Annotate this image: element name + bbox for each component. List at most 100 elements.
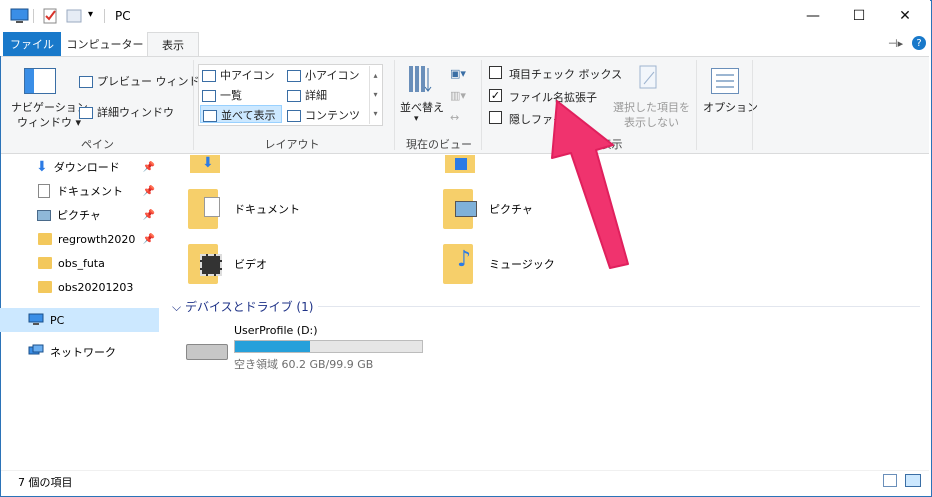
pane-group-label: ペイン (81, 138, 114, 151)
pin-icon: 📌 (142, 233, 155, 245)
devices-section-header[interactable]: ⌵ デバイスとドライブ (1) (172, 298, 313, 315)
section-divider (318, 306, 920, 307)
new-folder-icon[interactable] (66, 8, 82, 24)
pc-icon (28, 313, 44, 328)
nav-item-obs-futa[interactable]: obs_futa (0, 251, 159, 275)
help-icon[interactable]: ? (912, 36, 926, 50)
preview-pane-button[interactable]: プレビュー ウィンドウ (79, 73, 211, 89)
sort-by-icon[interactable] (408, 64, 432, 94)
tab-computer[interactable]: コンピューター (64, 32, 146, 56)
folder-videos[interactable]: ビデオ (188, 242, 408, 286)
folder-music[interactable]: ♪ ミュージック (443, 242, 663, 286)
pin-icon: 📌 (142, 209, 155, 221)
drive-usage-fill (235, 341, 310, 352)
file-extensions-checkbox[interactable]: ✓ (489, 89, 502, 102)
sort-by-dropdown-icon[interactable]: ▾ (414, 114, 419, 124)
small-icons-icon (287, 70, 301, 82)
options-icon[interactable] (711, 68, 739, 94)
pin-ribbon-icon[interactable]: ⊣▸ (888, 37, 903, 50)
folder-icon (38, 257, 52, 269)
options-button[interactable]: オプション (703, 99, 758, 115)
tiles-icon (203, 110, 217, 122)
layout-content[interactable]: コンテンツ (287, 107, 360, 123)
hide-selected-icon (638, 64, 660, 94)
layout-small-icons[interactable]: 小アイコン (287, 67, 359, 83)
qat-dropdown-icon[interactable]: ▾ (88, 9, 93, 20)
tab-view[interactable]: 表示 (147, 32, 199, 57)
download-icon: ⬇ (202, 155, 214, 171)
item-checkboxes-checkbox[interactable] (489, 66, 502, 79)
nav-item-pc[interactable]: PC (0, 308, 159, 332)
window-title: PC (115, 9, 131, 23)
nav-item-network[interactable]: ネットワーク (0, 340, 159, 364)
document-icon (38, 184, 50, 198)
properties-icon[interactable] (42, 8, 58, 24)
pc-icon (10, 8, 30, 24)
layout-list[interactable]: 一覧 (202, 87, 242, 103)
navigation-pane-label[interactable]: ナビゲーション (11, 99, 88, 115)
desktop-icon (455, 158, 467, 170)
size-columns-icon: ↔ (450, 111, 460, 124)
medium-icons-icon (202, 70, 216, 82)
qat-divider (33, 9, 34, 23)
pictures-icon (455, 201, 477, 217)
ribbon-separator (752, 60, 753, 150)
navigation-pane-icon[interactable] (24, 68, 56, 94)
folder-icon (38, 233, 52, 245)
ribbon-separator (193, 60, 194, 150)
layout-scroll[interactable]: ▴ ▾ ▾ (369, 66, 381, 124)
nav-item-documents[interactable]: ドキュメント 📌 (0, 179, 159, 203)
hidden-items-label[interactable]: 隠しファイル (509, 111, 575, 127)
film-icon (200, 254, 222, 276)
layout-group-label: レイアウト (264, 138, 320, 151)
tab-file[interactable]: ファイル (3, 32, 61, 56)
large-icons-view-icon[interactable] (905, 474, 921, 487)
pin-icon: 📌 (142, 185, 155, 197)
pin-icon: 📌 (142, 161, 155, 173)
ribbon-separator (481, 60, 482, 150)
hide-selected-label: 選択した項目を (613, 101, 690, 114)
music-note-icon: ♪ (457, 247, 472, 272)
current-view-group-label: 現在のビュー (406, 138, 472, 151)
nav-item-regrowth2020[interactable]: regrowth2020 📌 (0, 227, 159, 251)
document-icon (204, 197, 220, 217)
pictures-icon (37, 209, 51, 221)
preview-pane-icon (79, 76, 93, 88)
details-view-icon[interactable] (883, 474, 897, 487)
close-button[interactable]: ✕ (882, 0, 928, 32)
content-icon (287, 110, 301, 122)
item-count: 7 個の項目 (18, 476, 73, 489)
drive-d[interactable]: UserProfile (D:) 空き領域 60.2 GB/99.9 GB (184, 322, 434, 371)
hide-selected-label-2: 表示しない (624, 116, 679, 129)
nav-item-pictures[interactable]: ピクチャ 📌 (0, 203, 159, 227)
layout-tiles[interactable]: 並べて表示 (200, 105, 282, 123)
layout-details[interactable]: 詳細 (287, 87, 327, 103)
folder-icon (38, 281, 52, 293)
title-divider (104, 9, 105, 23)
nav-item-downloads[interactable]: ⬇ ダウンロード 📌 (0, 155, 159, 179)
list-icon (202, 90, 216, 102)
group-by-icon[interactable]: ▣▾ (450, 67, 466, 80)
file-extensions-label[interactable]: ファイル名拡張子 (509, 89, 597, 105)
minimize-button[interactable]: — (790, 0, 836, 32)
item-checkboxes-label[interactable]: 項目チェック ボックス (509, 66, 622, 82)
details-pane-button[interactable]: 詳細ウィンドウ (79, 104, 174, 120)
navigation-pane-label-2[interactable]: ウィンドウ ▾ (17, 114, 81, 130)
sort-by-label[interactable]: 並べ替え (400, 99, 444, 115)
maximize-button[interactable]: ☐ (836, 0, 882, 32)
folder-pictures[interactable]: ピクチャ (443, 187, 663, 231)
details-icon (287, 90, 301, 102)
chevron-down-icon: ⌵ (172, 300, 182, 314)
details-pane-icon (79, 107, 93, 119)
add-columns-icon: ▥▾ (450, 89, 466, 102)
show-hide-group-label: 非表示 (589, 138, 623, 151)
network-icon (28, 344, 44, 361)
layout-medium-icons[interactable]: 中アイコン (202, 67, 274, 83)
hidden-items-checkbox[interactable] (489, 111, 502, 124)
nav-item-obs20201203[interactable]: obs20201203 (0, 275, 159, 299)
status-bar (1, 470, 929, 495)
download-icon: ⬇ (36, 159, 48, 175)
drive-usage-bar (234, 340, 423, 353)
ribbon-separator (394, 60, 395, 150)
folder-documents[interactable]: ドキュメント (188, 187, 408, 231)
